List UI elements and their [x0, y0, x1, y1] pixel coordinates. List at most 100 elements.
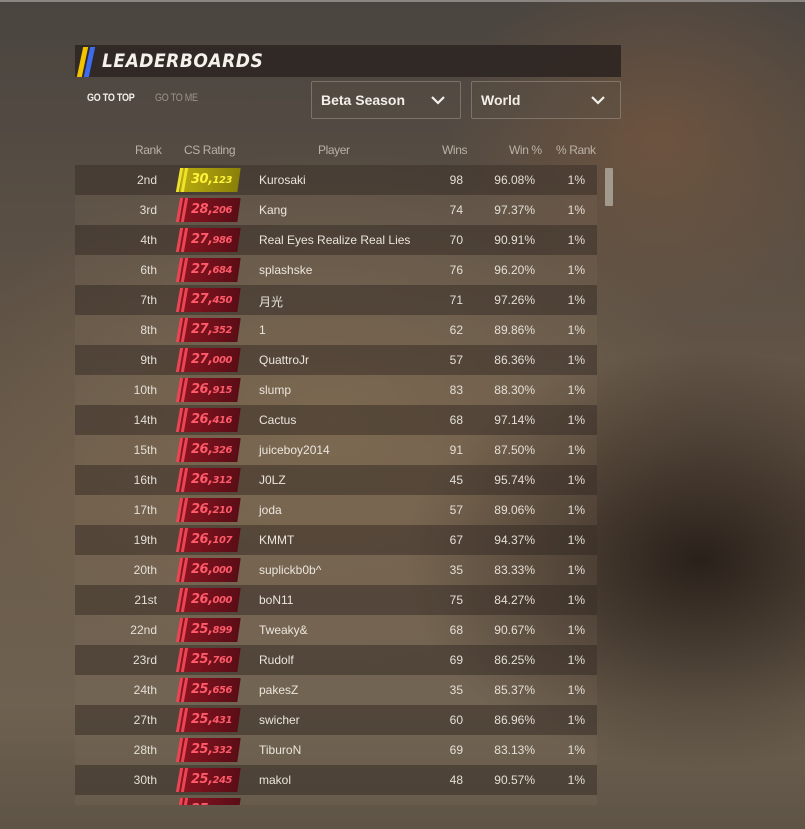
column-header-rank[interactable]: Rank [135, 143, 162, 157]
cs-rating-badge: 27,986 [175, 228, 241, 252]
player-name[interactable]: J0LZ [259, 473, 286, 487]
player-name[interactable]: Kang [259, 203, 287, 217]
player-name[interactable]: slump [259, 383, 291, 397]
rank-cell: 14th [133, 413, 157, 427]
cs-rating-value: 27,986 [191, 232, 232, 247]
wins-cell: 67 [449, 533, 463, 547]
player-name[interactable]: Cactus [259, 413, 296, 427]
player-name[interactable]: 1 [259, 323, 266, 337]
wins-cell: 71 [449, 293, 463, 307]
table-row[interactable]: 2nd 30,123 Kurosaki 98 96.08% 1% [75, 165, 597, 195]
table-row[interactable]: 4th 27,986 Real Eyes Realize Real Lies 70 90… [75, 225, 597, 255]
player-name[interactable]: Tweaky& [259, 623, 308, 637]
table-row[interactable]: 24th 25,656 pakesZ 35 85.37% 1% [75, 675, 597, 705]
table-row[interactable]: 7th 27,450 月光 71 97.26% 1% [75, 285, 597, 315]
cs-rating-value: 27,684 [191, 262, 232, 277]
cs-rating-badge: 30,123 [175, 168, 241, 192]
rating-minor: 000 [212, 565, 233, 576]
table-row[interactable]: 23rd 25,760 Rudolf 69 86.25% 1% [75, 645, 597, 675]
pct-rank-cell: 1% [567, 443, 585, 457]
table-row[interactable]: 28th 25,332 TiburoN 69 83.13% 1% [75, 735, 597, 765]
pct-rank-cell: 1% [567, 743, 585, 757]
column-header-cs-rating[interactable]: CS Rating [184, 143, 235, 157]
wins-cell: 60 [449, 713, 463, 727]
wins-cell: 74 [449, 203, 463, 217]
column-header-win-pct[interactable]: Win % [509, 143, 542, 157]
table-row[interactable]: 10th 26,915 slump 83 88.30% 1% [75, 375, 597, 405]
rank-cell: 32nd [130, 803, 157, 805]
player-name[interactable]: TiburoN [259, 743, 301, 757]
table-row[interactable]: 14th 26,416 Cactus 68 97.14% 1% [75, 405, 597, 435]
cs-rating-badge: 27,450 [175, 288, 241, 312]
player-name[interactable]: darbar [259, 803, 294, 805]
rating-major: 26, [191, 532, 213, 547]
rank-cell: 27th [133, 713, 157, 727]
column-header-wins[interactable]: Wins [442, 143, 467, 157]
pct-rank-cell: 1% [567, 233, 585, 247]
table-row[interactable]: 21st 26,000 boN11 75 84.27% 1% [75, 585, 597, 615]
table-row[interactable]: 27th 25,431 swicher 60 86.96% 1% [75, 705, 597, 735]
cs-rating-value: 28,206 [191, 202, 232, 217]
rank-cell: 21st [134, 593, 157, 607]
table-row[interactable]: 8th 27,352 1 62 89.86% 1% [75, 315, 597, 345]
player-name[interactable]: juiceboy2014 [259, 443, 330, 457]
wins-cell: 98 [449, 173, 463, 187]
rating-major: 25, [191, 652, 213, 667]
rating-major: 25, [191, 712, 213, 727]
cs-rating-badge: 26,326 [175, 438, 241, 462]
wins-cell: 76 [449, 263, 463, 277]
table-row[interactable]: 19th 26,107 KMMT 67 94.37% 1% [75, 525, 597, 555]
player-name[interactable]: swicher [259, 713, 300, 727]
pct-rank-cell: 1% [567, 413, 585, 427]
player-name[interactable]: makol [259, 773, 291, 787]
wins-cell: 69 [449, 743, 463, 757]
table-row[interactable]: 15th 26,326 juiceboy2014 91 87.50% 1% [75, 435, 597, 465]
win-pct-cell: 90.67% [494, 623, 535, 637]
player-name[interactable]: pakesZ [259, 683, 298, 697]
scrollbar-thumb[interactable] [605, 168, 613, 206]
go-to-me-link[interactable]: GO TO ME [155, 92, 198, 104]
region-dropdown[interactable]: World [471, 81, 621, 119]
wins-cell: 70 [449, 233, 463, 247]
player-name[interactable]: Real Eyes Realize Real Lies [259, 233, 410, 247]
table-row[interactable]: 20th 26,000 suplickb0b^ 35 83.33% 1% [75, 555, 597, 585]
table-row[interactable]: 32nd 25,2__ darbar 57 92.93% 1% [75, 795, 597, 805]
player-name[interactable]: joda [259, 503, 282, 517]
table-row[interactable]: 16th 26,312 J0LZ 45 95.74% 1% [75, 465, 597, 495]
wins-cell: 57 [433, 803, 463, 805]
table-row[interactable]: 17th 26,210 joda 57 89.06% 1% [75, 495, 597, 525]
win-pct-cell: 86.96% [494, 713, 535, 727]
player-name[interactable]: QuattroJr [259, 353, 309, 367]
rating-minor: 915 [212, 385, 233, 396]
win-pct-cell: 96.08% [494, 173, 535, 187]
pct-rank-cell: 1% [567, 353, 585, 367]
player-name[interactable]: Kurosaki [259, 173, 306, 187]
table-row[interactable]: 6th 27,684 splashske 76 96.20% 1% [75, 255, 597, 285]
cs-rating-value: 26,210 [191, 502, 232, 517]
player-name[interactable]: boN11 [259, 593, 293, 607]
rating-minor: 416 [212, 415, 233, 426]
go-to-top-link[interactable]: GO TO TOP [87, 92, 135, 104]
table-row[interactable]: 9th 27,000 QuattroJr 57 86.36% 1% [75, 345, 597, 375]
rating-major: 25, [191, 742, 213, 757]
player-name[interactable]: 月光 [259, 293, 283, 310]
column-header-pct-rank[interactable]: % Rank [556, 143, 596, 157]
player-name[interactable]: suplickb0b^ [259, 563, 321, 577]
table-row[interactable]: 22nd 25,899 Tweaky& 68 90.67% 1% [75, 615, 597, 645]
wins-cell: 69 [449, 653, 463, 667]
player-name[interactable]: Rudolf [259, 653, 294, 667]
table-row[interactable]: 30th 25,245 makol 48 90.57% 1% [75, 765, 597, 795]
rank-cell: 19th [133, 533, 157, 547]
win-pct-cell: 89.86% [494, 323, 535, 337]
table-row[interactable]: 3rd 28,206 Kang 74 97.37% 1% [75, 195, 597, 225]
season-dropdown[interactable]: Beta Season [311, 81, 461, 119]
rating-major: 26, [191, 382, 213, 397]
pct-rank-cell: 1% [567, 533, 585, 547]
player-name[interactable]: splashske [259, 263, 312, 277]
cs-rating-badge: 26,312 [175, 468, 241, 492]
player-name[interactable]: KMMT [259, 533, 294, 547]
pct-rank-cell: 1% [567, 293, 585, 307]
cs-rating-value: 26,000 [191, 562, 232, 577]
cs-rating-badge: 26,416 [175, 408, 241, 432]
column-header-player[interactable]: Player [318, 143, 350, 157]
